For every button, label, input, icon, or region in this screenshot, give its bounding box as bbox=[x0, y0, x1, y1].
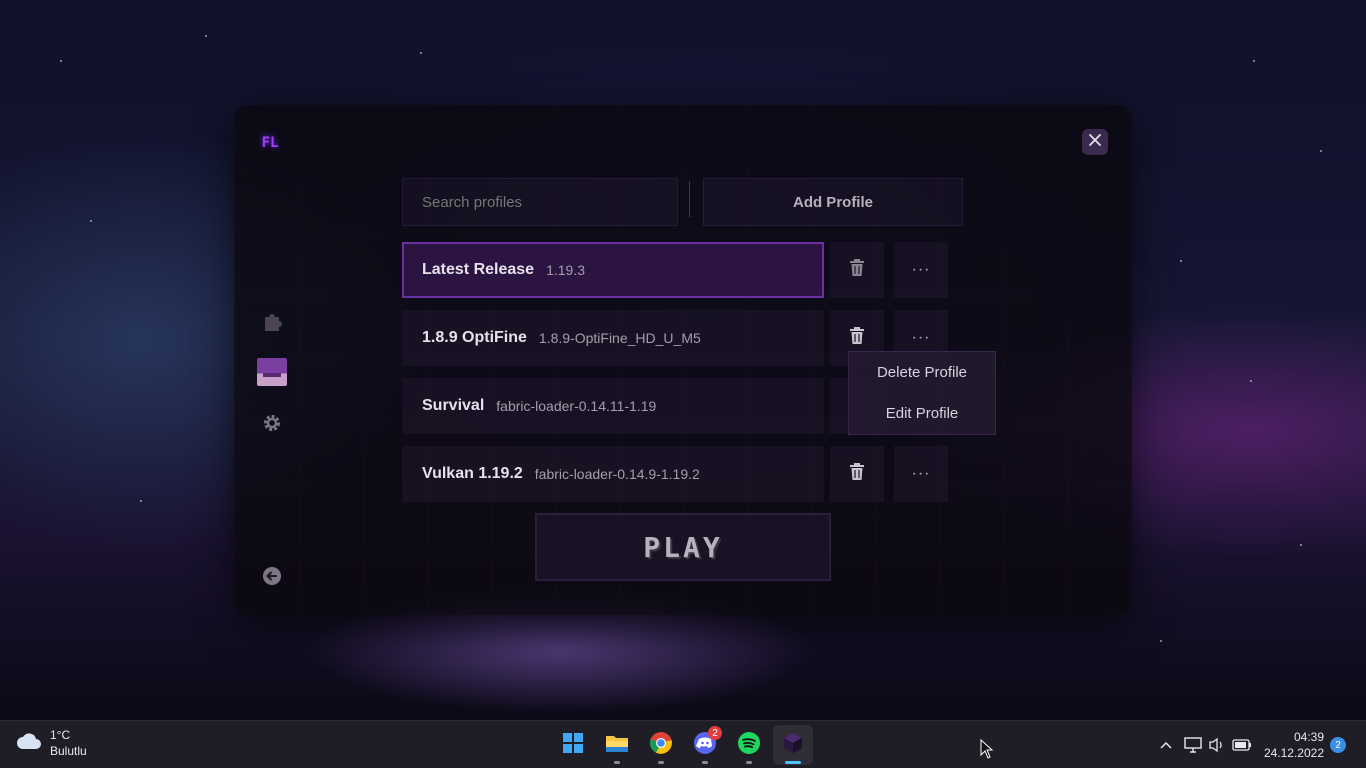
profile-name: Latest Release bbox=[422, 261, 535, 278]
folder-icon bbox=[605, 733, 629, 758]
launcher-window: FL Add Profile Latest Release 1.19.3 ···… bbox=[234, 105, 1132, 615]
volume-icon[interactable] bbox=[1207, 735, 1227, 755]
profile-row-latest-release[interactable]: Latest Release 1.19.3 bbox=[402, 242, 824, 298]
taskbar-discord[interactable]: 2 bbox=[685, 725, 725, 765]
taskbar-file-explorer[interactable] bbox=[597, 725, 637, 765]
profile-version: fabric-loader-0.14.11-1.19 bbox=[496, 398, 657, 414]
launcher-app-icon bbox=[782, 732, 804, 759]
mouse-cursor-icon bbox=[980, 738, 994, 764]
more-options-button[interactable]: ··· bbox=[894, 446, 948, 502]
play-button[interactable]: PLAY bbox=[535, 513, 831, 581]
profile-name: 1.8.9 OptiFine bbox=[422, 329, 527, 346]
profile-version: 1.19.3 bbox=[546, 262, 585, 278]
profile-version: fabric-loader-0.14.9-1.19.2 bbox=[534, 466, 700, 482]
profile-context-menu: Delete Profile Edit Profile bbox=[848, 351, 996, 435]
profile-name: Survival bbox=[422, 397, 485, 414]
weather-temperature: 1°C bbox=[50, 728, 71, 742]
add-profile-button[interactable]: Add Profile bbox=[703, 178, 963, 226]
gear-icon[interactable] bbox=[260, 411, 284, 435]
taskbar-chrome[interactable] bbox=[641, 725, 681, 765]
chevron-up-icon[interactable] bbox=[1156, 735, 1176, 755]
weather-widget[interactable]: 1°C Bulutlu bbox=[16, 727, 87, 759]
profile-version: 1.8.9-OptiFine_HD_U_M5 bbox=[538, 330, 701, 346]
trash-icon bbox=[849, 326, 865, 350]
delete-profile-button[interactable] bbox=[830, 446, 884, 502]
running-indicator bbox=[785, 761, 801, 764]
cloud-icon bbox=[16, 732, 42, 755]
avatar[interactable] bbox=[257, 358, 287, 386]
profile-name: Vulkan 1.19.2 bbox=[422, 465, 523, 482]
search-input[interactable] bbox=[402, 178, 678, 226]
trash-icon bbox=[849, 462, 865, 486]
puzzle-icon[interactable] bbox=[260, 309, 284, 333]
profile-row-optifine[interactable]: 1.8.9 OptiFine 1.8.9-OptiFine_HD_U_M5 bbox=[402, 310, 824, 366]
running-indicator bbox=[614, 761, 620, 764]
running-indicator bbox=[746, 761, 752, 764]
notification-badge[interactable]: 2 bbox=[1330, 737, 1346, 753]
profile-row-vulkan[interactable]: Vulkan 1.19.2 fabric-loader-0.14.9-1.19.… bbox=[402, 446, 824, 502]
back-arrow-icon[interactable] bbox=[260, 564, 284, 588]
taskbar: 1°C Bulutlu 2 04:39 24.12.2022 2 bbox=[0, 720, 1366, 768]
discord-badge: 2 bbox=[708, 726, 722, 740]
divider bbox=[689, 181, 690, 217]
clock-time: 04:39 bbox=[1293, 730, 1324, 744]
delete-profile-button[interactable] bbox=[830, 242, 884, 298]
taskbar-spotify[interactable] bbox=[729, 725, 769, 765]
network-icon[interactable] bbox=[1183, 735, 1203, 755]
spotify-icon bbox=[737, 731, 761, 760]
running-indicator bbox=[658, 761, 664, 764]
chrome-icon bbox=[649, 731, 673, 760]
battery-icon[interactable] bbox=[1232, 735, 1252, 755]
clock-date: 24.12.2022 bbox=[1263, 746, 1324, 760]
launcher-logo: FL bbox=[261, 135, 279, 151]
more-options-button[interactable]: ··· bbox=[894, 242, 948, 298]
trash-icon bbox=[849, 258, 865, 282]
windows-icon bbox=[562, 732, 584, 759]
delete-profile-menu-item[interactable]: Delete Profile bbox=[849, 352, 995, 393]
taskbar-minecraft-launcher[interactable] bbox=[773, 725, 813, 765]
profile-row-survival[interactable]: Survival fabric-loader-0.14.11-1.19 bbox=[402, 378, 824, 434]
start-button[interactable] bbox=[553, 725, 593, 765]
close-button[interactable] bbox=[1082, 129, 1108, 155]
system-clock[interactable]: 04:39 24.12.2022 bbox=[1262, 729, 1324, 761]
weather-condition: Bulutlu bbox=[50, 744, 87, 758]
running-indicator bbox=[702, 761, 708, 764]
close-icon bbox=[1089, 133, 1101, 151]
edit-profile-menu-item[interactable]: Edit Profile bbox=[849, 393, 995, 434]
